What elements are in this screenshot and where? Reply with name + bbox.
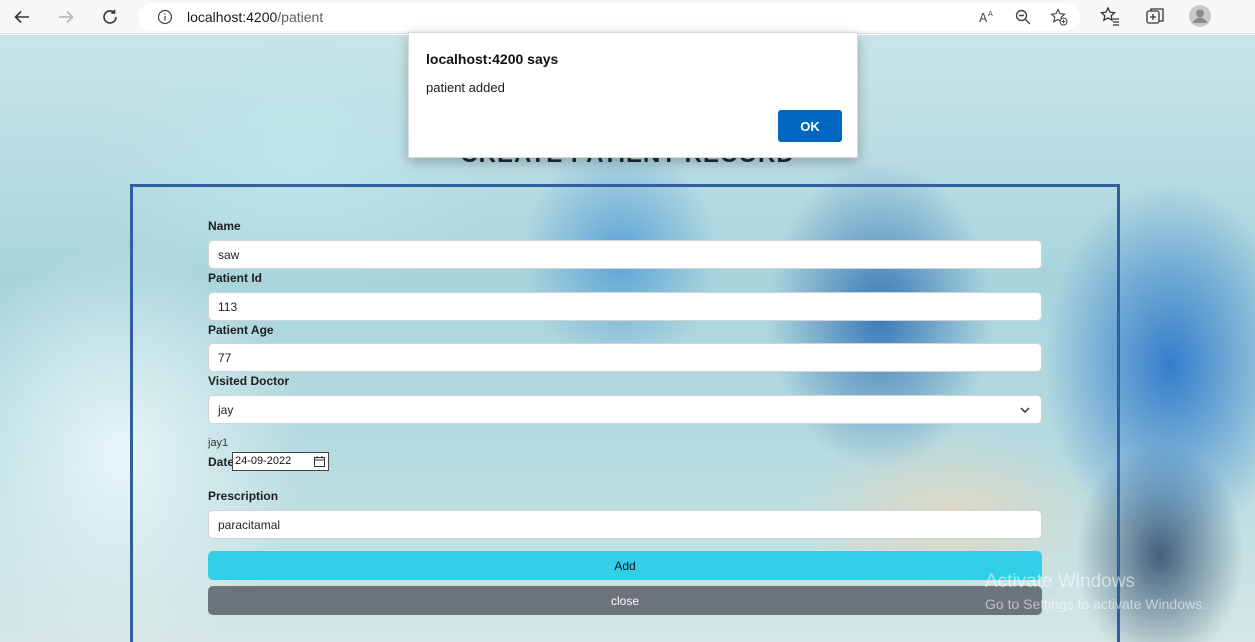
activate-windows-subtitle: Go to Settings to activate Windows.: [985, 596, 1206, 612]
read-aloud-icon[interactable]: A A: [978, 8, 996, 26]
visited-doctor-label: Visited Doctor: [208, 374, 290, 388]
visited-doctor-value: jay: [218, 402, 234, 417]
date-input[interactable]: 24-09-2022: [232, 452, 329, 471]
name-value: saw: [218, 247, 240, 262]
ok-button[interactable]: OK: [778, 110, 842, 142]
date-value: 24-09-2022: [235, 455, 292, 467]
profile-icon[interactable]: [1189, 5, 1211, 27]
info-icon[interactable]: [157, 9, 173, 25]
activate-windows-title: Activate Windows: [985, 571, 1135, 592]
collections-icon[interactable]: [1145, 6, 1165, 26]
close-button[interactable]: close: [208, 586, 1042, 615]
patient-id-value: 113: [218, 299, 238, 314]
patient-id-input[interactable]: 113: [208, 292, 1042, 321]
chevron-down-icon: [1020, 407, 1030, 414]
svg-text:A: A: [979, 11, 988, 25]
zoom-out-icon[interactable]: [1014, 8, 1032, 26]
back-icon[interactable]: [9, 4, 35, 30]
name-input[interactable]: saw: [208, 240, 1042, 269]
prescription-value: paracitamal: [218, 517, 281, 532]
address-bar[interactable]: localhost:4200/patient A A: [138, 3, 1080, 31]
dialog-message: patient added: [426, 80, 505, 95]
prescription-label: Prescription: [208, 489, 279, 503]
url-path: /patient: [277, 9, 324, 25]
dialog-title: localhost:4200 says: [426, 51, 559, 67]
alert-dialog: localhost:4200 says patient added OK: [408, 32, 858, 158]
doctor-note-text: jay1: [208, 437, 229, 449]
browser-toolbar: localhost:4200/patient A A: [0, 0, 1255, 34]
favorites-icon[interactable]: [1100, 6, 1120, 26]
calendar-icon[interactable]: [314, 456, 325, 467]
visited-doctor-select[interactable]: jay: [208, 395, 1042, 424]
patient-age-label: Patient Age: [208, 323, 274, 337]
prescription-input[interactable]: paracitamal: [208, 510, 1042, 539]
forward-icon[interactable]: [53, 4, 79, 30]
patient-age-value: 77: [218, 350, 232, 365]
add-favorite-icon[interactable]: [1050, 8, 1068, 26]
name-label: Name: [208, 219, 241, 233]
url-host: localhost:4200: [187, 9, 278, 25]
url-text[interactable]: localhost:4200/patient: [187, 9, 323, 25]
patient-id-label: Patient Id: [208, 271, 263, 285]
date-label: Date: [208, 455, 235, 469]
patient-age-input[interactable]: 77: [208, 343, 1042, 372]
add-button[interactable]: Add: [208, 551, 1042, 580]
svg-text:A: A: [988, 10, 993, 18]
refresh-icon[interactable]: [97, 4, 123, 30]
